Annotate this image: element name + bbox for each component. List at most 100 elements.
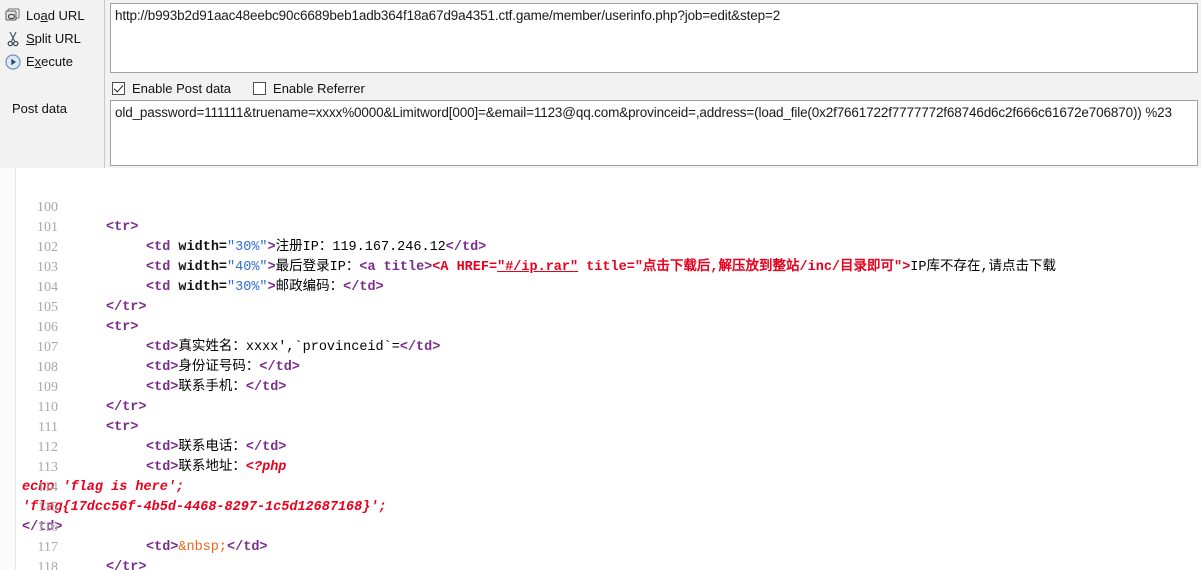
play-icon	[0, 53, 26, 70]
line-content: <td width="30%">注册IP：119.167.246.12</td>	[146, 238, 486, 258]
code-token: "点击下载后,解压放到整站/inc/目录即可"	[634, 260, 903, 275]
code-token: </tr>	[106, 300, 147, 315]
code-token: &nbsp;	[178, 540, 228, 555]
line-content: <tr>	[106, 418, 138, 438]
code-token: 联系电话：	[178, 440, 246, 455]
line-content: </tr>	[106, 298, 147, 318]
code-token: </td>	[399, 340, 441, 355]
execute-label: Execute	[26, 54, 73, 69]
table-row: 109 </tr>	[0, 358, 147, 415]
flag-line: 'flag{17dcc56f-4b5d-4468-8297-1c5d126871…	[22, 498, 387, 518]
line-content: <td>身份证号码：</td>	[146, 358, 300, 378]
code-token: <a title>	[359, 260, 433, 275]
code-token: 注册IP：119.167.246.12	[275, 240, 446, 255]
load-url-icon	[0, 8, 26, 23]
url-input-value: http://b993b2d91aac48eebc90c6689beb1adb3…	[115, 8, 781, 23]
code-token: width	[170, 260, 219, 275]
line-content: <td width="30%">邮政编码：</td>	[146, 278, 384, 298]
line-content: <tr>	[106, 218, 138, 238]
code-token: 身份证号码：	[178, 360, 260, 375]
table-row: 114 'flag{17dcc56f-4b5d-4468-8297-1c5d12…	[0, 458, 387, 515]
table-row: 115 </td>	[0, 478, 63, 535]
enable-referrer-checkbox[interactable]: Enable Referrer	[253, 81, 365, 96]
code-token: </td>	[227, 540, 268, 555]
table-row: 101 <td width="30%">注册IP：119.167.246.12<…	[0, 198, 486, 255]
code-token: <td>	[146, 360, 179, 375]
code-token: <td	[146, 280, 171, 295]
code-token: "30%"	[227, 280, 268, 295]
load-url-button[interactable]: Load URL	[0, 4, 104, 27]
table-row: 113 echo 'flag is here';	[0, 438, 184, 495]
line-content: <td width="40%">最后登录IP：<a title><A HREF=…	[146, 258, 1056, 278]
line-content: <td>&nbsp;</td>	[146, 538, 268, 558]
code-token: </td>	[245, 440, 287, 455]
code-token: 联系地址：	[178, 460, 246, 475]
post-data-label: Post data	[12, 101, 67, 116]
hackbar-toolbar: Load URL Split URL Execute Post data	[0, 0, 105, 168]
code-token: <td>	[146, 340, 179, 355]
code-token: =	[218, 240, 228, 255]
code-token: <td>	[146, 380, 179, 395]
options-row: Enable Post data Enable Referrer	[112, 79, 387, 98]
table-row: 99 <table width="100%" border="0" cellpa…	[0, 168, 49, 178]
checkbox-unchecked-icon[interactable]	[253, 82, 267, 95]
code-token: =	[218, 260, 228, 275]
line-content: <td>联系手机：</td>	[146, 378, 286, 398]
code-token: <A HREF=	[432, 260, 498, 275]
enable-referrer-label: Enable Referrer	[273, 81, 365, 96]
table-row: 105 <tr>	[0, 278, 138, 335]
table-row: 110 <tr>	[0, 378, 139, 435]
line-content: </tr>	[106, 398, 147, 418]
table-row: 107 <td>身份证号码：</td>	[0, 318, 300, 375]
code-token: >	[267, 260, 276, 275]
code-token: width	[170, 240, 219, 255]
code-token: </td>	[445, 240, 487, 255]
line-content: <td>真实姓名：xxxx',`provinceid`=</td>	[146, 338, 440, 358]
code-lines: 100 <tr> 101 <td width="30%">注册IP：119.16…	[0, 178, 1056, 570]
code-token: <tr>	[106, 420, 139, 435]
enable-post-data-label: Enable Post data	[132, 81, 232, 96]
load-url-label: Load URL	[26, 8, 85, 23]
code-token: "#/ip.rar"	[497, 260, 579, 275]
table-row: 116 <td>&nbsp;</td>	[0, 498, 268, 555]
code-token: >	[267, 240, 276, 255]
execute-button[interactable]: Execute	[0, 50, 104, 73]
code-token: 真实姓名：xxxx',`provinceid`=	[178, 340, 400, 355]
line-content: <tr>	[106, 318, 138, 338]
checkbox-checked-icon[interactable]	[112, 82, 125, 95]
code-token: title=	[578, 260, 635, 275]
table-row: 118 <tr>	[0, 538, 58, 570]
source-code-viewer[interactable]: 99 <table width="100%" border="0" cellpa…	[0, 168, 1201, 570]
table-row: 104 </tr>	[0, 258, 147, 315]
table-row: 100 <tr>	[0, 178, 138, 235]
line-content: <td>联系电话：</td>	[146, 438, 286, 458]
table-row: 117 </tr>	[0, 518, 147, 570]
post-data-input[interactable]: old_password=111111&truename=xxxx%0000&L…	[110, 100, 1198, 166]
code-token: IP库不存在,请点击下载	[910, 260, 1057, 275]
split-url-button[interactable]: Split URL	[0, 27, 104, 50]
hackbar-panel: Load URL Split URL Execute Post data htt…	[0, 0, 1201, 168]
code-token: =	[218, 280, 228, 295]
code-token: >	[267, 280, 276, 295]
code-line-99-clipped: 99 <table width="100%" border="0" cellpa…	[0, 168, 49, 178]
code-token: <td>	[146, 440, 179, 455]
code-token: <td>	[146, 540, 179, 555]
split-url-label: Split URL	[26, 31, 81, 46]
code-token: "30%"	[227, 240, 268, 255]
code-token: width	[170, 280, 219, 295]
enable-post-data-checkbox[interactable]: Enable Post data	[112, 81, 231, 96]
table-row: 106 <td>真实姓名：xxxx',`provinceid`=</td>	[0, 298, 440, 355]
post-data-value: old_password=111111&truename=xxxx%0000&L…	[115, 105, 1172, 120]
table-row: 108 <td>联系手机：</td>	[0, 338, 286, 395]
url-input[interactable]: http://b993b2d91aac48eebc90c6689beb1adb3…	[110, 3, 1198, 73]
table-row: 102 <td width="40%">最后登录IP：<a title><A H…	[0, 218, 1056, 275]
code-token: <?php	[245, 460, 287, 475]
line-content: <td>联系地址：<?php	[146, 458, 286, 478]
code-token: 邮政编码：	[275, 280, 344, 295]
table-row: 说明：以上私密资料只有本站点管理员才可查看，其它人无法查看。	[0, 556, 1201, 570]
code-token: <td	[146, 260, 171, 275]
code-token: <td	[146, 240, 171, 255]
code-token: </td>	[343, 280, 384, 295]
code-token: 联系手机：	[178, 380, 246, 395]
table-row: 111 <td>联系电话：</td>	[0, 398, 286, 455]
